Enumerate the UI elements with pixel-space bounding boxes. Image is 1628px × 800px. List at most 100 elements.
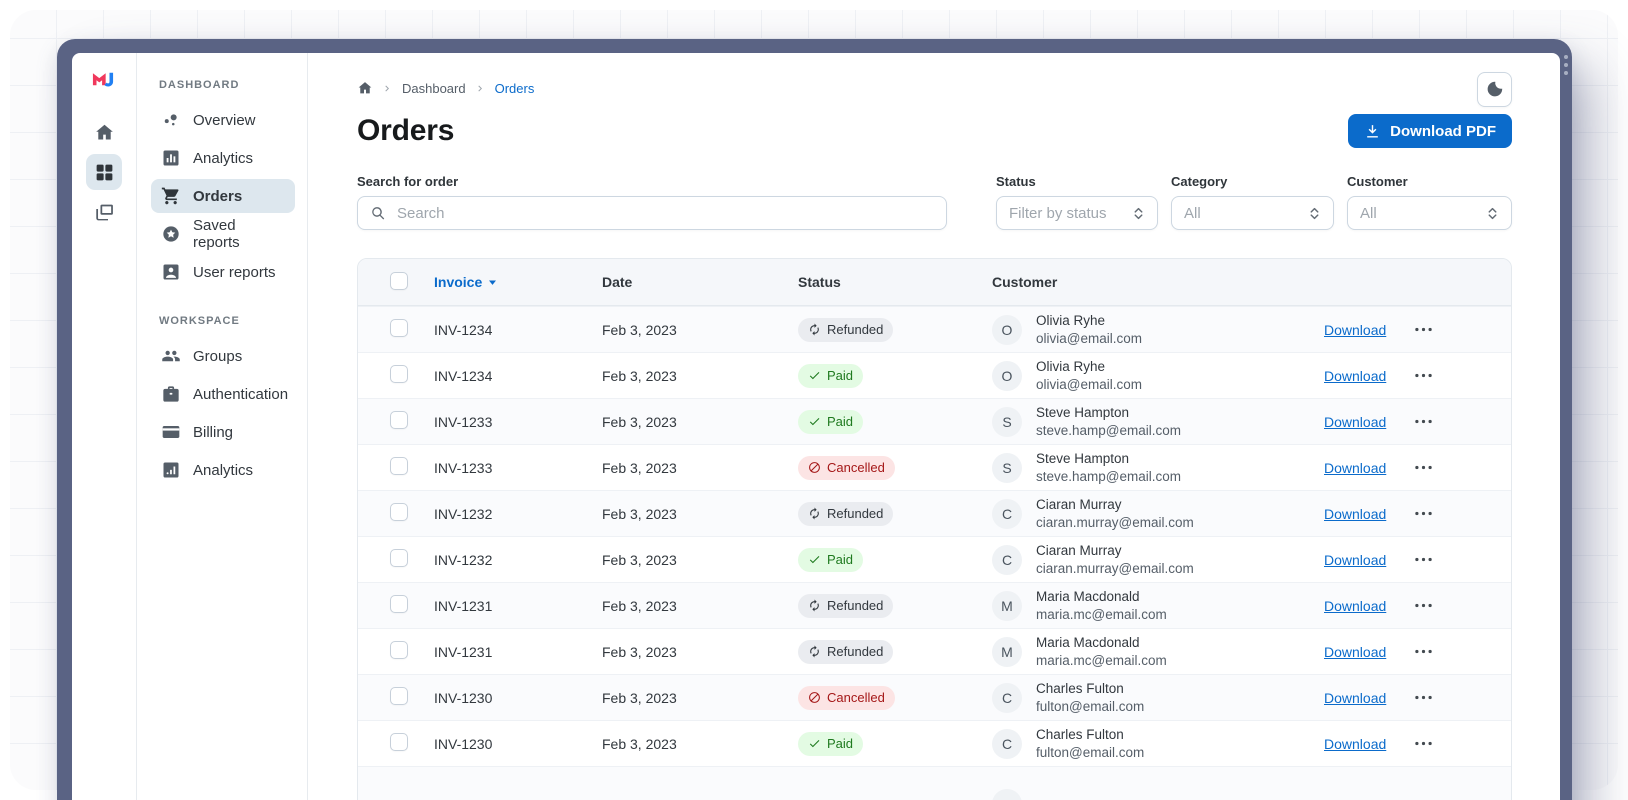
date-cell: Feb 3, 2023 (602, 321, 677, 338)
customer-select[interactable]: All (1347, 196, 1512, 230)
download-link[interactable]: Download (1324, 690, 1408, 706)
sidebar-item-groups[interactable]: Groups (151, 339, 295, 373)
sidebar-item-orders[interactable]: Orders (151, 179, 295, 213)
download-link[interactable]: Download (1324, 322, 1408, 338)
rail-home-button[interactable] (86, 114, 122, 150)
sidebar-item-analytics-workspace[interactable]: Analytics (151, 453, 295, 487)
credit-card-icon (161, 422, 181, 442)
select-arrows-icon (1486, 205, 1499, 222)
avatar: S (992, 452, 1022, 483)
row-checkbox[interactable] (390, 411, 408, 429)
ellipsis-icon (1415, 603, 1432, 608)
sidebar-item-saved-reports[interactable]: Saved reports (151, 217, 295, 251)
avatar: S (992, 406, 1022, 437)
row-menu-button[interactable] (1408, 639, 1438, 665)
date-cell: Feb 3, 2023 (602, 689, 677, 706)
sidebar-item-label: Billing (193, 423, 234, 441)
row-checkbox[interactable] (390, 595, 408, 613)
row-checkbox[interactable] (390, 733, 408, 751)
customer-name: Steve Hampton (1036, 404, 1130, 420)
download-icon (1364, 123, 1381, 140)
date-cell: Feb 3, 2023 (602, 413, 677, 430)
customer-filter-label: Customer (1347, 174, 1408, 189)
customer-name: Ciaran Murray (1036, 542, 1122, 558)
row-menu-button[interactable] (1408, 501, 1438, 527)
breadcrumb-dashboard[interactable]: Dashboard (402, 81, 466, 96)
download-link[interactable]: Download (1324, 368, 1408, 384)
row-checkbox[interactable] (390, 365, 408, 383)
row-menu-button[interactable] (1408, 317, 1438, 343)
app-window-frame: DASHBOARD Overview Analytics Orders Save… (57, 39, 1572, 800)
download-link[interactable]: Download (1324, 598, 1408, 614)
date-cell: Feb 3, 2023 (602, 643, 677, 660)
table-row: INV-1234 Feb 3, 2023 Paid O Olivia Ryhe ol… (358, 352, 1511, 398)
ellipsis-icon (1415, 557, 1432, 562)
rail-windows-button[interactable] (86, 194, 122, 230)
row-checkbox[interactable] (390, 641, 408, 659)
row-checkbox[interactable] (390, 457, 408, 475)
sidebar-item-user-reports[interactable]: User reports (151, 255, 295, 289)
customer-email: steve.hamp@email.com (1036, 422, 1182, 438)
block-icon (808, 461, 821, 474)
row-menu-button[interactable] (1408, 685, 1438, 711)
column-header-status: Status (798, 274, 841, 290)
scrollbar-thumb[interactable] (1564, 55, 1568, 75)
avatar: C (992, 498, 1022, 529)
sidebar-item-authentication[interactable]: Authentication (151, 377, 295, 411)
status-chip: Paid (798, 409, 864, 434)
row-menu-button[interactable] (1408, 593, 1438, 619)
download-link[interactable]: Download (1324, 736, 1408, 752)
table-row-partial (358, 766, 1511, 800)
status-select[interactable]: Filter by status (996, 196, 1158, 230)
home-icon[interactable] (357, 80, 373, 96)
customer-name: Maria Macdonald (1036, 588, 1140, 604)
orders-table: Invoice Date Status Customer INV-1234 Fe… (357, 258, 1512, 800)
download-pdf-button[interactable]: Download PDF (1348, 114, 1512, 148)
row-menu-button[interactable] (1408, 455, 1438, 481)
download-link[interactable]: Download (1324, 414, 1408, 430)
avatar: C (992, 682, 1022, 713)
customer-email: steve.hamp@email.com (1036, 468, 1182, 484)
download-link[interactable]: Download (1324, 460, 1408, 476)
search-box (357, 196, 947, 230)
row-menu-button[interactable] (1408, 363, 1438, 389)
select-all-checkbox[interactable] (390, 271, 408, 290)
people-icon (161, 346, 181, 366)
table-row: INV-1232 Feb 3, 2023 Refunded C Ciaran Mu… (358, 490, 1511, 536)
search-input[interactable] (395, 203, 934, 223)
sidebar-item-overview[interactable]: Overview (151, 103, 295, 137)
status-chip: Refunded (798, 593, 894, 618)
bar-chart-square-icon (161, 148, 181, 168)
row-checkbox[interactable] (390, 687, 408, 705)
row-menu-button[interactable] (1408, 731, 1438, 757)
download-link[interactable]: Download (1324, 644, 1408, 660)
refresh-icon (808, 599, 821, 612)
rail-dashboard-button[interactable] (86, 154, 122, 190)
customer-email: olivia@email.com (1036, 330, 1142, 346)
breadcrumb-orders[interactable]: Orders (495, 81, 535, 96)
row-menu-button[interactable] (1408, 409, 1438, 435)
row-menu-button[interactable] (1408, 547, 1438, 573)
row-checkbox[interactable] (390, 549, 408, 567)
sidebar-item-label: Saved reports (193, 217, 240, 251)
bubble-chart-icon (161, 110, 181, 130)
download-link[interactable]: Download (1324, 506, 1408, 522)
mui-logo[interactable] (91, 68, 118, 92)
category-select[interactable]: All (1171, 196, 1334, 230)
row-checkbox[interactable] (390, 319, 408, 337)
date-cell: Feb 3, 2023 (602, 551, 677, 568)
refresh-icon (808, 507, 821, 520)
sidebar-item-analytics[interactable]: Analytics (151, 141, 295, 175)
avatar: C (992, 544, 1022, 575)
row-checkbox[interactable] (390, 503, 408, 521)
column-header-invoice[interactable]: Invoice (434, 274, 602, 290)
sidebar-item-billing[interactable]: Billing (151, 415, 295, 449)
date-cell: Feb 3, 2023 (602, 735, 677, 752)
dark-mode-toggle[interactable] (1477, 72, 1512, 107)
avatar: M (992, 590, 1022, 621)
sidebar-section-header: WORKSPACE (159, 315, 240, 327)
download-link[interactable]: Download (1324, 552, 1408, 568)
table-row: INV-1230 Feb 3, 2023 Cancelled C Charles … (358, 674, 1511, 720)
filter-bar: Search for order Status Filter by status (357, 174, 1512, 230)
invoice-cell: INV-1234 (434, 321, 493, 338)
